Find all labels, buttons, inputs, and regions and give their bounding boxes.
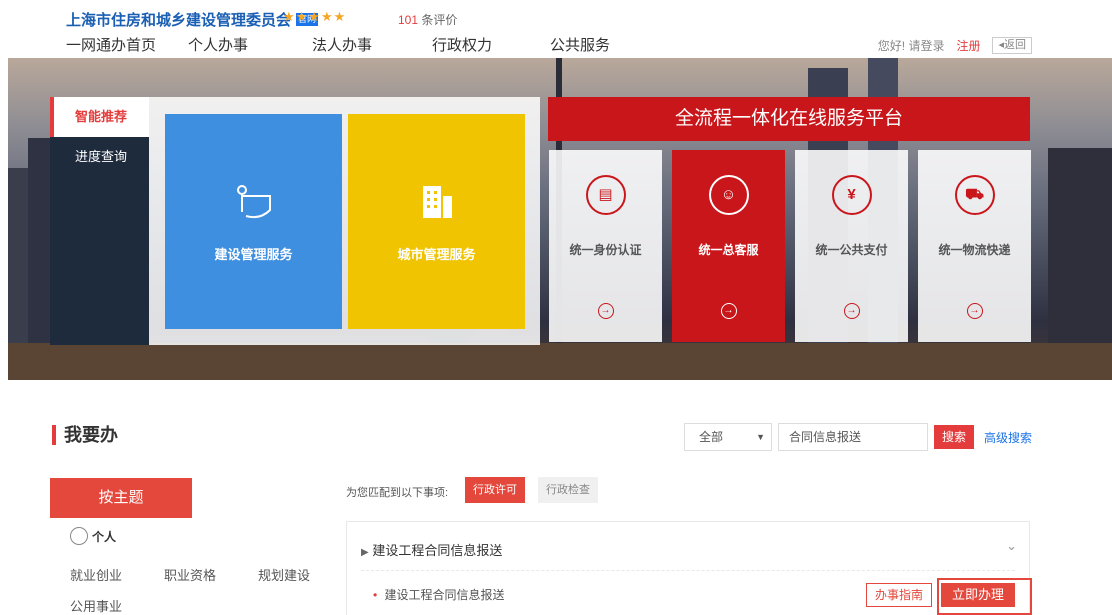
divider: [361, 570, 1015, 571]
city-management-card[interactable]: 城市管理服务: [348, 114, 525, 329]
match-text: 为您匹配到以下事项:: [346, 487, 449, 499]
nav-public-service[interactable]: 公共服务: [550, 34, 610, 55]
guide-button[interactable]: 办事指南: [866, 583, 932, 607]
platform-title: 全流程一体化在线服务平台: [548, 97, 1030, 141]
tab-admin-inspection[interactable]: 行政检查: [538, 477, 598, 503]
caret-down-icon: ▼: [756, 432, 765, 442]
category-planning[interactable]: 规划建设: [258, 565, 310, 584]
tab-smart-recommend[interactable]: 智能推荐: [50, 97, 149, 137]
unified-customer-service-card[interactable]: ☺ 统一总客服 →: [672, 150, 785, 342]
scope-select[interactable]: 全部 ▼: [684, 423, 772, 451]
unified-payment-card[interactable]: ¥ 统一公共支付 →: [795, 150, 908, 342]
org-title-text: 上海市住房和城乡建设管理委员会: [66, 12, 292, 29]
back-button[interactable]: ◂返回: [992, 37, 1032, 54]
category-qualification[interactable]: 职业资格: [164, 565, 216, 584]
nav-home[interactable]: 一网通办首页: [66, 34, 188, 55]
org-title[interactable]: 上海市住房和城乡建设管理委员会 官网: [66, 9, 319, 30]
result-item-header[interactable]: ▶ 建设工程合同信息报送: [361, 540, 502, 559]
unified-logistics-label: 统一物流快递: [938, 243, 1011, 257]
person-category[interactable]: 个人: [70, 527, 116, 545]
register-link[interactable]: 注册: [956, 37, 980, 54]
unified-customer-service-label: 统一总客服: [698, 243, 759, 257]
person-label: 个人: [92, 529, 117, 544]
truck-icon: ⛟: [954, 175, 995, 215]
unified-payment-label: 统一公共支付: [815, 243, 888, 257]
building-icon: [422, 186, 452, 218]
caret-right-icon: ▶: [361, 547, 369, 558]
arrow-circle-icon[interactable]: →: [597, 303, 614, 319]
nav-corporate[interactable]: 法人办事: [312, 34, 432, 55]
construction-management-card[interactable]: 建设管理服务: [165, 114, 342, 329]
chevron-down-icon[interactable]: ⌄: [1006, 538, 1017, 554]
category-employment[interactable]: 就业创业: [70, 565, 122, 584]
unified-identity-card[interactable]: ▤ 统一身份认证 →: [549, 150, 662, 342]
construction-management-label: 建设管理服务: [214, 247, 293, 262]
sub-item-label: 建设工程合同信息报送: [384, 588, 505, 602]
unified-identity-label: 统一身份认证: [569, 243, 642, 257]
headset-icon: ☺: [708, 175, 749, 215]
yuan-icon: ¥: [831, 175, 872, 215]
arrow-circle-icon[interactable]: →: [966, 303, 983, 319]
search-button[interactable]: 搜索: [934, 425, 974, 449]
banner-tabs: 智能推荐 进度查询: [50, 97, 149, 345]
apply-now-button[interactable]: 立即办理: [941, 583, 1015, 607]
scope-select-value: 全部: [699, 430, 724, 444]
review-suffix: 条评价: [421, 13, 458, 27]
theme-menu: 按主题: [50, 478, 192, 518]
theme-button[interactable]: 按主题: [50, 478, 192, 518]
person-icon: [70, 527, 88, 545]
construction-crane-icon: [236, 185, 271, 219]
review-number: 101: [398, 13, 419, 27]
rating-stars: ★★★★★: [283, 9, 347, 24]
login-link[interactable]: 您好! 请登录: [878, 37, 945, 54]
id-card-icon: ▤: [585, 175, 626, 215]
sub-item[interactable]: • 建设工程合同信息报送: [373, 586, 505, 603]
main-nav: 一网通办首页 个人办事 法人办事 行政权力 公共服务: [66, 34, 610, 55]
nav-admin-power[interactable]: 行政权力: [432, 34, 550, 55]
nav-personal[interactable]: 个人办事: [188, 34, 312, 55]
user-area: 您好! 请登录 注册 ◂返回: [878, 37, 1032, 54]
tab-admin-permit[interactable]: 行政许可: [465, 477, 525, 503]
tab-progress-query[interactable]: 进度查询: [50, 137, 149, 177]
arrow-circle-icon[interactable]: →: [720, 303, 737, 319]
city-management-label: 城市管理服务: [397, 247, 476, 262]
category-utilities[interactable]: 公用事业: [70, 596, 122, 615]
unified-logistics-card[interactable]: ⛟ 统一物流快递 →: [918, 150, 1031, 342]
bullet-icon: •: [373, 588, 378, 602]
arrow-circle-icon[interactable]: →: [843, 303, 860, 319]
review-count[interactable]: 101 条评价: [398, 11, 457, 28]
result-item-title: 建设工程合同信息报送: [372, 543, 503, 558]
section-title: 我要办: [52, 425, 118, 445]
advanced-search-link[interactable]: 高级搜索: [984, 429, 1032, 446]
search-input[interactable]: 合同信息报送: [778, 423, 928, 451]
